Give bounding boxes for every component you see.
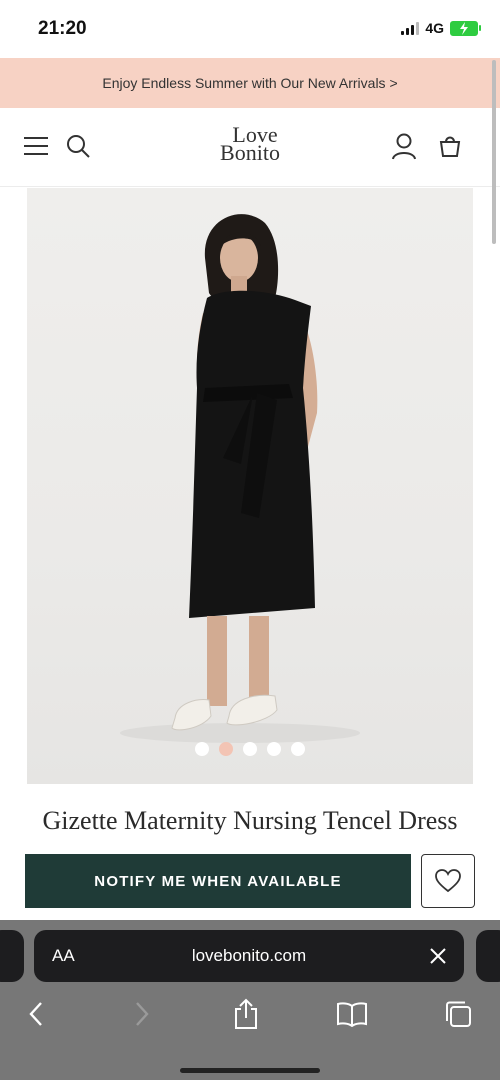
battery-icon — [450, 20, 481, 36]
browser-nav — [0, 996, 500, 1036]
tabs-icon[interactable] — [440, 996, 476, 1032]
product-image[interactable] — [27, 188, 473, 784]
carousel-dot[interactable] — [291, 742, 305, 756]
back-icon[interactable] — [18, 996, 54, 1032]
page-scrollbar[interactable] — [492, 60, 496, 244]
shopping-bag-icon[interactable] — [436, 132, 464, 160]
logo-line-2: Bonito — [220, 140, 280, 165]
model-photo — [120, 214, 360, 743]
promo-text[interactable]: Enjoy Endless Summer with Our New Arriva… — [102, 75, 397, 91]
carousel-dot[interactable] — [195, 742, 209, 756]
close-icon[interactable] — [428, 946, 448, 966]
network-label: 4G — [425, 20, 444, 36]
status-time: 21:20 — [38, 18, 87, 39]
heart-icon — [435, 869, 461, 893]
carousel-dot[interactable] — [243, 742, 257, 756]
bookmarks-icon[interactable] — [334, 996, 370, 1032]
browser-toolbar: AA lovebonito.com — [0, 920, 500, 1080]
notify-me-button[interactable]: NOTIFY ME WHEN AVAILABLE — [25, 854, 411, 908]
share-icon[interactable] — [228, 996, 264, 1032]
status-bar: 21:20 4G — [0, 0, 500, 58]
carousel-indicators — [27, 742, 473, 756]
user-icon[interactable] — [390, 132, 418, 160]
url-text[interactable]: lovebonito.com — [34, 946, 464, 966]
signal-icon — [401, 21, 420, 35]
product-title: Gizette Maternity Nursing Tencel Dress — [42, 806, 458, 835]
next-tab-peek[interactable] — [476, 930, 500, 982]
home-indicator — [180, 1068, 320, 1073]
status-indicators: 4G — [401, 20, 481, 36]
carousel-dot-active[interactable] — [219, 742, 233, 756]
wishlist-button[interactable] — [421, 854, 475, 908]
previous-tab-peek[interactable] — [0, 930, 24, 982]
brand-logo[interactable]: Love Bonito — [0, 124, 500, 165]
forward-icon[interactable] — [124, 996, 160, 1032]
carousel-dot[interactable] — [267, 742, 281, 756]
promo-banner[interactable]: Enjoy Endless Summer with Our New Arriva… — [0, 58, 500, 108]
address-bar[interactable]: AA lovebonito.com — [34, 930, 464, 982]
site-header: Love Bonito — [0, 108, 500, 187]
